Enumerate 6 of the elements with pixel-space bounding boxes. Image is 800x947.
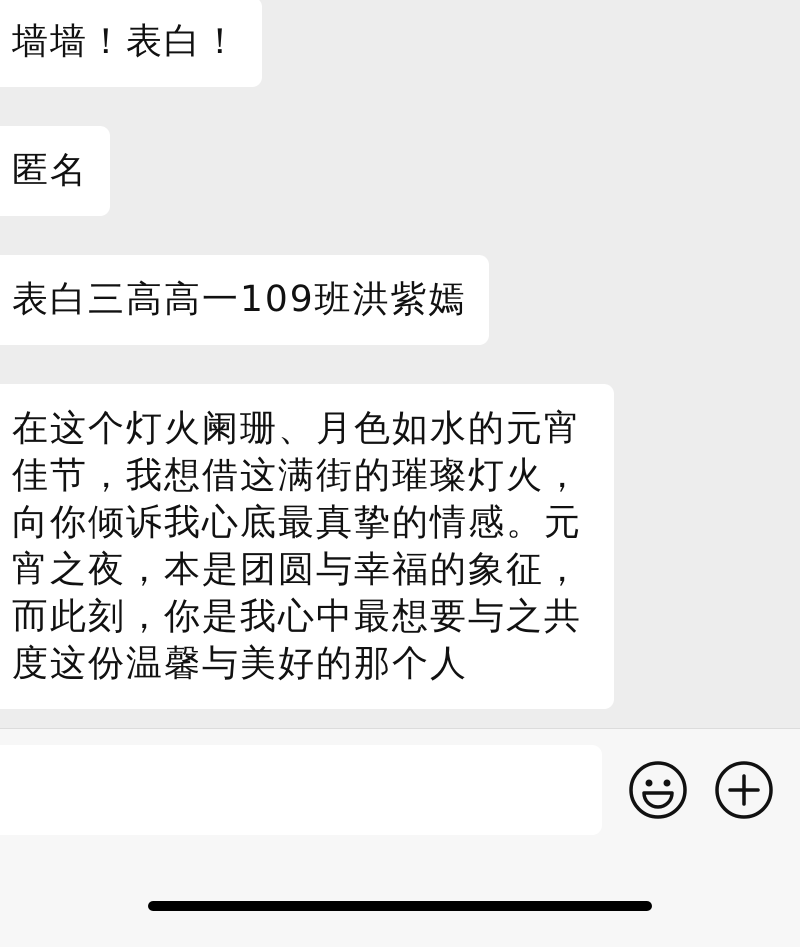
message-bubble: 在这个灯火阑珊、月色如水的元宵佳节，我想借这满街的璀璨灯火，向你倾诉我心底最真挚的情感。元宵之夜，本是团圆与幸福的象征，而此刻，你是我心中最想要与之共度这份温馨与美好的那个人: [0, 384, 614, 709]
plus-icon[interactable]: [714, 760, 774, 820]
message-bubble: 匿名: [0, 126, 110, 216]
message-bubble: 表白三高高一109班洪紫嫣: [0, 255, 489, 345]
emoji-icon[interactable]: [628, 760, 688, 820]
message-bubble: 墙墙！表白！: [0, 0, 262, 87]
